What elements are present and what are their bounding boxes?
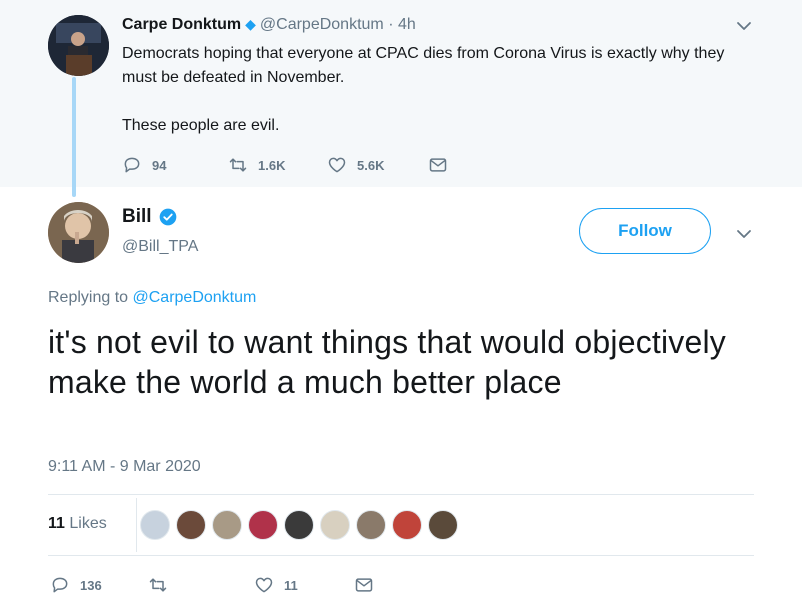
parent-reply-count: 94 (152, 157, 167, 173)
author-name[interactable]: Bill (122, 206, 152, 228)
liker-avatar[interactable] (320, 510, 350, 540)
verified-badge-icon (159, 208, 176, 226)
author-name-row: Bill (122, 206, 178, 228)
parent-handle[interactable]: @CarpeDonktum (260, 16, 384, 33)
reply-button[interactable]: 136 (50, 575, 102, 595)
parent-avatar[interactable] (48, 15, 109, 76)
message-button[interactable] (354, 575, 374, 595)
parent-header: Carpe Donktum ◆ @CarpeDonktum · 4h (122, 16, 416, 34)
chevron-down-icon[interactable] (736, 20, 752, 32)
stat-separator (136, 498, 137, 552)
message-icon (429, 158, 447, 172)
like-icon (328, 157, 346, 173)
reply-icon (124, 157, 140, 173)
replying-prefix: Replying to (48, 289, 129, 306)
parent-text-line: These people are evil. (122, 117, 280, 134)
like-count: 11 (284, 577, 298, 593)
retweet-icon (229, 158, 247, 172)
parent-author-name[interactable]: Carpe Donktum (122, 16, 241, 33)
likes-stat[interactable]: 11 Likes (48, 515, 107, 533)
parent-time[interactable]: · 4h (388, 16, 416, 33)
retweet-button[interactable] (148, 575, 168, 595)
chevron-down-icon[interactable] (736, 228, 752, 240)
parent-retweet-button[interactable]: 1.6K (228, 155, 285, 175)
like-icon (255, 577, 273, 593)
liker-avatar[interactable] (212, 510, 242, 540)
liker-avatar[interactable] (284, 510, 314, 540)
message-icon (355, 578, 373, 592)
thread-line (72, 77, 76, 197)
parent-retweet-count: 1.6K (258, 157, 286, 173)
diamond-icon: ◆ (245, 16, 256, 32)
follow-button[interactable]: Follow (579, 208, 711, 254)
parent-like-count: 5.6K (357, 157, 385, 173)
liker-avatar[interactable] (428, 510, 458, 540)
liker-avatar[interactable] (176, 510, 206, 540)
divider (48, 494, 754, 495)
tweet-text: it's not evil to want things that would … (48, 324, 726, 400)
liker-avatar[interactable] (392, 510, 422, 540)
parent-text-line: Democrats hoping that everyone at CPAC d… (122, 45, 725, 86)
like-button[interactable]: 11 (254, 575, 298, 595)
parent-reply-button[interactable]: 94 (122, 155, 166, 175)
liker-avatar[interactable] (248, 510, 278, 540)
liker-avatar[interactable] (140, 510, 170, 540)
parent-message-button[interactable] (428, 155, 448, 175)
reply-icon (52, 577, 68, 593)
author-avatar[interactable] (48, 202, 109, 263)
tweet-actions: 136 11 (50, 575, 450, 595)
divider (48, 555, 754, 556)
parent-like-button[interactable]: 5.6K (327, 155, 384, 175)
reply-count: 136 (80, 577, 102, 593)
likes-label: Likes (69, 515, 107, 532)
liker-avatar[interactable] (356, 510, 386, 540)
likes-count: 11 (48, 515, 65, 532)
parent-tweet-text: Democrats hoping that everyone at CPAC d… (122, 42, 762, 138)
tweet-timestamp[interactable]: 9:11 AM - 9 Mar 2020 (48, 458, 201, 476)
parent-actions: 94 1.6K 5.6K (122, 155, 522, 175)
replying-to-link[interactable]: @CarpeDonktum (133, 289, 257, 306)
author-handle[interactable]: @Bill_TPA (122, 238, 198, 256)
retweet-icon (149, 578, 167, 592)
replying-to: Replying to @CarpeDonktum (48, 289, 256, 307)
